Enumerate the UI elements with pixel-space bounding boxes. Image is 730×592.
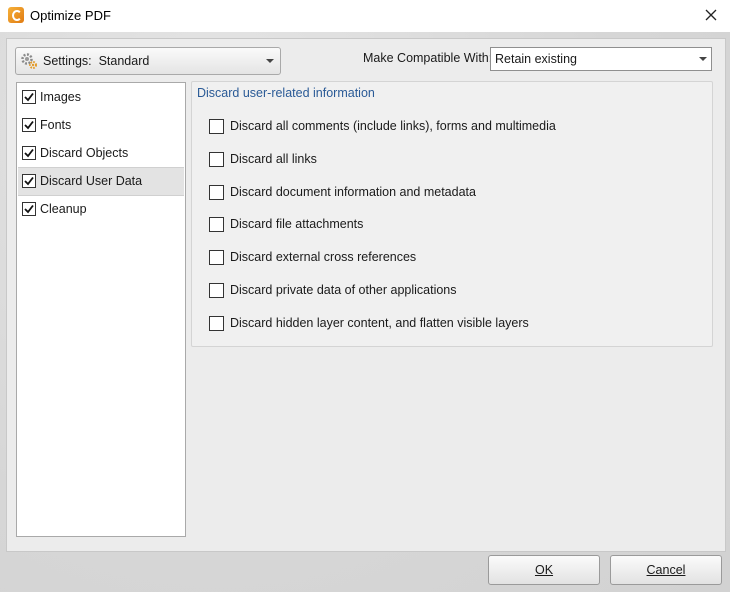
option-label: Discard all links xyxy=(230,152,317,166)
option-label: Discard private data of other applicatio… xyxy=(230,283,457,297)
nav-label: Discard User Data xyxy=(40,174,143,188)
gear-icon xyxy=(20,52,38,70)
option-label: Discard hidden layer content, and flatte… xyxy=(230,316,529,330)
nav-label: Discard Objects xyxy=(40,146,129,160)
checkbox-fonts[interactable] xyxy=(22,118,36,132)
checkbox-discard-hidden-layers[interactable] xyxy=(209,316,224,331)
checkbox-discard-doc-info[interactable] xyxy=(209,185,224,200)
checkbox-discard-objects[interactable] xyxy=(22,146,36,160)
group-title: Discard user-related information xyxy=(197,86,375,100)
nav-item-fonts[interactable]: Fonts xyxy=(18,111,184,138)
checkbox-discard-attachments[interactable] xyxy=(209,217,224,232)
window-title: Optimize PDF xyxy=(30,8,111,23)
checkbox-discard-private-data[interactable] xyxy=(209,283,224,298)
chevron-down-icon xyxy=(699,57,707,61)
option-label: Discard all comments (include links), fo… xyxy=(230,119,556,133)
option-label: Discard file attachments xyxy=(230,217,364,231)
nav-label: Images xyxy=(40,90,81,104)
checkbox-images[interactable] xyxy=(22,90,36,104)
cancel-button-label: Cancel xyxy=(646,563,686,577)
ok-button-label: OK xyxy=(534,563,554,577)
checkbox-cleanup[interactable] xyxy=(22,202,36,216)
chevron-down-icon xyxy=(266,59,274,63)
settings-value: Standard xyxy=(98,54,150,68)
option-label: Discard external cross references xyxy=(230,250,417,264)
ok-button[interactable]: OK xyxy=(488,555,600,585)
compat-label: Make Compatible With: xyxy=(363,51,493,65)
cancel-button[interactable]: Cancel xyxy=(610,555,722,585)
close-icon[interactable] xyxy=(700,4,722,26)
nav-item-cleanup[interactable]: Cleanup xyxy=(18,195,184,222)
nav-item-discard-user-data[interactable]: Discard User Data xyxy=(18,167,184,196)
checkbox-discard-xrefs[interactable] xyxy=(209,250,224,265)
settings-dropdown[interactable]: Settings: Standard xyxy=(15,47,281,75)
category-list: Images Fonts Discard Objects Discard Use… xyxy=(16,82,186,537)
title-bar: Optimize PDF xyxy=(0,0,730,32)
settings-label: Settings: xyxy=(43,54,92,68)
app-icon xyxy=(8,7,24,23)
nav-label: Fonts xyxy=(40,118,72,132)
nav-item-images[interactable]: Images xyxy=(18,83,184,110)
compat-select[interactable]: Retain existing xyxy=(490,47,712,71)
option-label: Discard document information and metadat… xyxy=(230,185,476,199)
nav-item-discard-objects[interactable]: Discard Objects xyxy=(18,139,184,166)
options-group: Discard user-related information Discard… xyxy=(191,81,713,347)
checkbox-discard-user-data[interactable] xyxy=(22,174,36,188)
nav-label: Cleanup xyxy=(40,202,87,216)
checkbox-discard-comments[interactable] xyxy=(209,119,224,134)
compat-value: Retain existing xyxy=(495,52,577,66)
checkbox-discard-links[interactable] xyxy=(209,152,224,167)
